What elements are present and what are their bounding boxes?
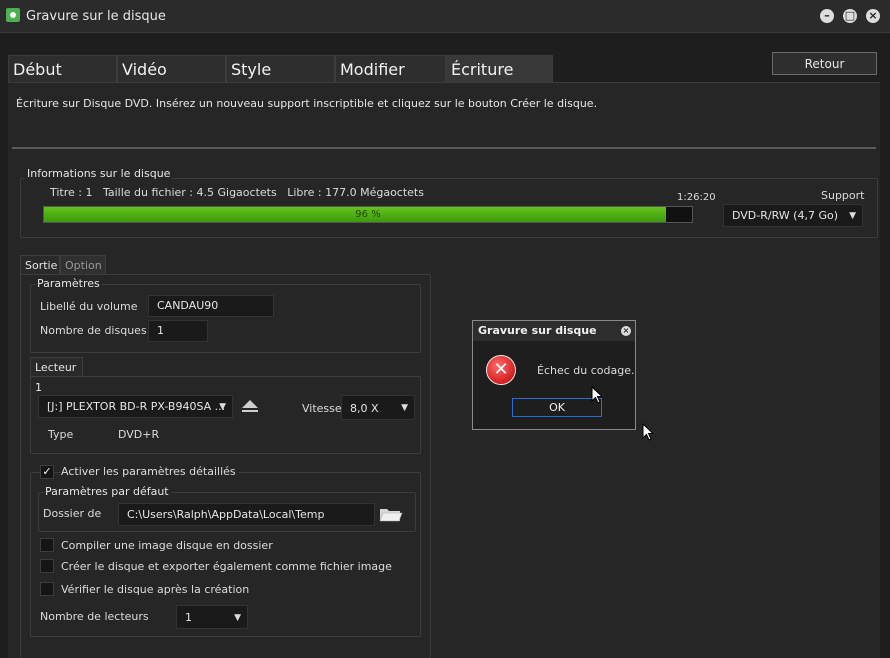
app-icon	[6, 8, 20, 22]
subtab-sortie[interactable]: Sortie	[20, 255, 60, 275]
restore-icon[interactable]: □	[843, 9, 857, 23]
progress-text: 96 %	[355, 209, 381, 220]
volume-input[interactable]: CANDAU90	[148, 295, 274, 317]
disc-count-label: Nombre de disques	[40, 324, 147, 337]
compile-image-checkbox[interactable]	[40, 538, 54, 552]
dialog-title: Gravure sur disque	[473, 321, 635, 341]
error-icon: ✕	[486, 355, 516, 385]
ok-button[interactable]: OK	[512, 398, 602, 417]
chevron-down-icon: ▼	[849, 211, 856, 221]
enable-advanced-label: Activer les paramètres détaillés	[61, 465, 239, 478]
enable-advanced-checkbox[interactable]: ✓	[40, 465, 54, 479]
disk-info-label: Informations sur le disque	[25, 167, 173, 180]
folder-input[interactable]: C:\Users\Ralph\AppData\Local\Temp	[118, 503, 375, 526]
chevron-down-icon: ▼	[234, 613, 241, 623]
dialog-message: Échec du codage.	[537, 364, 635, 377]
drive-value: [J:] PLEXTOR BD-R PX-B940SA ...	[47, 400, 226, 413]
duration-text: 1:26:20	[677, 192, 716, 203]
instruction-text: Écriture sur Disque DVD. Insérez un nouv…	[16, 97, 598, 110]
tab-video[interactable]: Vidéo	[117, 55, 226, 82]
tab-ecriture[interactable]: Écriture	[446, 55, 553, 82]
chevron-down-icon: ▼	[219, 402, 226, 412]
close-icon[interactable]: ×	[866, 9, 880, 23]
minimize-icon[interactable]: –	[820, 9, 834, 23]
readers-label: Nombre de lecteurs	[40, 610, 149, 623]
type-label: Type	[48, 428, 74, 441]
tab-debut[interactable]: Début	[8, 55, 117, 82]
defaults-label: Paramètres par défaut	[43, 485, 171, 498]
support-select[interactable]: DVD-R/RW (4,7 Go) ▼	[723, 204, 863, 227]
support-label: Support	[821, 189, 865, 202]
dialog-close-icon[interactable]: ×	[621, 326, 631, 336]
speed-select[interactable]: 8,0 X ▼	[341, 395, 415, 420]
verify-disc-checkbox[interactable]	[40, 582, 54, 596]
compile-image-label: Compiler une image disque en dossier	[61, 539, 273, 552]
tab-style[interactable]: Style	[226, 55, 335, 82]
drive-tab[interactable]: Lecteur 1	[30, 357, 83, 394]
tab-modifier[interactable]: Modifier	[335, 55, 446, 82]
mouse-cursor-icon	[591, 385, 604, 407]
volume-label: Libellé du volume	[40, 300, 138, 313]
readers-value: 1	[185, 611, 192, 624]
folder-icon[interactable]	[379, 505, 403, 523]
speed-label: Vitesse	[302, 402, 342, 415]
disk-progress-bar: 96 %	[43, 206, 693, 223]
export-image-label: Créer le disque et exporter également co…	[61, 560, 392, 573]
error-dialog: Gravure sur disque × ✕ Échec du codage. …	[472, 320, 636, 430]
support-value: DVD-R/RW (4,7 Go)	[732, 209, 838, 222]
readers-select[interactable]: 1 ▼	[176, 605, 248, 629]
type-value: DVD+R	[118, 428, 160, 441]
subtab-option[interactable]: Option	[60, 255, 106, 275]
title-bar: Gravure sur le disque – □ ×	[0, 0, 890, 33]
verify-disc-label: Vérifier le disque après la création	[61, 583, 250, 596]
speed-value: 8,0 X	[350, 402, 379, 415]
folder-label: Dossier de	[43, 507, 102, 520]
export-image-checkbox[interactable]	[40, 559, 54, 573]
retour-button[interactable]: Retour	[772, 52, 877, 75]
disk-summary: Titre : 1 Taille du fichier : 4.5 Gigaoc…	[50, 186, 424, 199]
window-title: Gravure sur le disque	[26, 9, 166, 24]
disc-count-input[interactable]: 1	[148, 320, 208, 342]
chevron-down-icon: ▼	[401, 403, 408, 413]
separator	[12, 147, 876, 149]
params-label: Paramètres	[35, 277, 102, 290]
eject-icon[interactable]	[240, 398, 260, 414]
drive-select[interactable]: [J:] PLEXTOR BD-R PX-B940SA ... ▼	[38, 395, 233, 418]
mouse-cursor-icon	[642, 422, 655, 444]
